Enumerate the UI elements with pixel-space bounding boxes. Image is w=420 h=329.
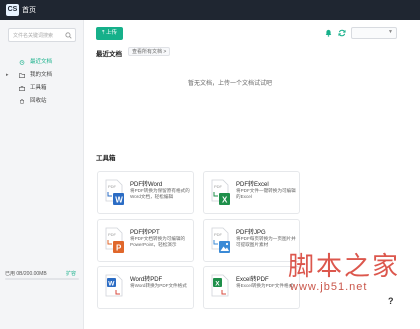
title-bar: CS 首页 (0, 0, 420, 20)
svg-text:W: W (115, 196, 123, 205)
upload-button[interactable]: ⤒ 上传 (96, 27, 123, 40)
sidebar-item-label: 回收站 (30, 98, 47, 104)
toolbox-icon (19, 86, 25, 91)
search-input[interactable]: 文件名关键词搜索 (8, 28, 76, 42)
sidebar-item-label: 工具箱 (30, 85, 47, 91)
tool-card-title: Word转PDF (130, 277, 163, 283)
pdf-to-excel-icon: PDF X (211, 179, 230, 205)
folder-icon (19, 73, 25, 78)
svg-text:X: X (215, 280, 220, 287)
sidebar-item-my-docs[interactable]: ▸ 我的文档 (0, 70, 84, 81)
tool-card-desc: 将PDF文档转换为可编辑的PowerPoint，轻松演示 (130, 236, 186, 247)
tool-card-pdf-to-excel[interactable]: PDF X PDF转Excel 将PDF文件一键转换为可编辑的Excel (203, 171, 300, 214)
sidebar: 文件名关键词搜索 最近文档 ▸ 我的文档 工具箱 回收站 已用 0B/200.0 (0, 20, 84, 329)
upload-label: 上传 (105, 30, 117, 36)
bell-icon[interactable] (325, 29, 332, 37)
search-icon[interactable] (65, 32, 72, 39)
app-title: 首页 (22, 7, 36, 14)
sidebar-item-label: 最近文档 (30, 59, 53, 65)
tool-card-desc: 将Word转换为PDF文件格式 (130, 283, 187, 288)
svg-text:X: X (222, 196, 228, 205)
storage-usage-text: 已用 0B/200.00MB (5, 271, 47, 277)
pdf-to-jpg-icon: PDF (211, 227, 230, 253)
svg-text:PDF: PDF (214, 184, 223, 189)
svg-text:P: P (116, 244, 122, 253)
tool-card-title: PDF转JPG (236, 230, 266, 236)
excel-to-pdf-icon: X (211, 274, 229, 297)
tool-card-title: Excel转PDF (236, 277, 269, 283)
watermark-url: www.jb51.net (290, 281, 368, 293)
sidebar-item-label: 我的文档 (30, 72, 53, 78)
watermark-logo: 脚本之家 (288, 252, 401, 282)
help-icon[interactable]: ? (388, 296, 394, 306)
svg-text:W: W (108, 280, 115, 287)
svg-text:PDF: PDF (108, 184, 117, 189)
trash-icon (20, 99, 24, 104)
view-all-docs-button[interactable]: 查看所有文档 > (128, 47, 171, 56)
svg-text:PDF: PDF (214, 232, 223, 237)
account-dropdown[interactable]: ▼ (351, 27, 397, 39)
recent-docs-title: 最近文档 (96, 51, 122, 58)
word-to-pdf-icon: W (105, 274, 123, 297)
app-logo: CS (6, 4, 19, 16)
tool-card-desc: 将Excel转换为PDF文件格式 (236, 283, 294, 288)
tool-card-pdf-to-jpg[interactable]: PDF PDF转JPG 将PDF每页转换为一页图片并可提取图片素材 (203, 219, 300, 262)
svg-text:PDF: PDF (108, 232, 117, 237)
pdf-to-ppt-icon: PDF P (105, 227, 124, 253)
expand-storage-link[interactable]: 扩容 (66, 270, 76, 277)
tool-card-title: PDF转PPT (130, 230, 160, 236)
tool-card-pdf-to-word[interactable]: PDF W PDF转Word 将PDF转换为保留原有格式的Word文档，轻松编辑 (97, 171, 194, 214)
tool-card-excel-to-pdf[interactable]: X Excel转PDF 将Excel转换为PDF文件格式 (203, 266, 300, 309)
tool-card-desc: 将PDF每页转换为一页图片并可提取图片素材 (236, 236, 296, 247)
sidebar-item-trash[interactable]: 回收站 (0, 96, 84, 107)
caret-right-icon[interactable]: ▸ (6, 70, 9, 81)
sync-icon[interactable] (338, 29, 346, 37)
sidebar-item-recent[interactable]: 最近文档 (0, 57, 84, 68)
search-placeholder: 文件名关键词搜索 (13, 33, 54, 39)
tool-card-desc: 将PDF文件一键转换为可编辑的Excel (236, 188, 296, 199)
chevron-down-icon: ▼ (388, 29, 393, 35)
empty-state-message: 暂无文档，上传一个文档试试吧 (188, 81, 273, 87)
sidebar-item-toolbox[interactable]: 工具箱 (0, 83, 84, 94)
clock-icon (19, 60, 25, 65)
tool-card-title: PDF转Word (130, 182, 163, 188)
toolbox-title: 工具箱 (96, 155, 116, 162)
tool-card-pdf-to-ppt[interactable]: PDF P PDF转PPT 将PDF文档转换为可编辑的PowerPoint，轻松… (97, 219, 194, 262)
tool-card-title: PDF转Excel (236, 182, 269, 188)
tool-card-desc: 将PDF转换为保留原有格式的Word文档，轻松编辑 (130, 188, 190, 199)
tool-card-word-to-pdf[interactable]: W Word转PDF 将Word转换为PDF文件格式 (97, 266, 194, 309)
storage-progress-bar (5, 278, 79, 280)
pdf-to-word-icon: PDF W (105, 179, 124, 205)
